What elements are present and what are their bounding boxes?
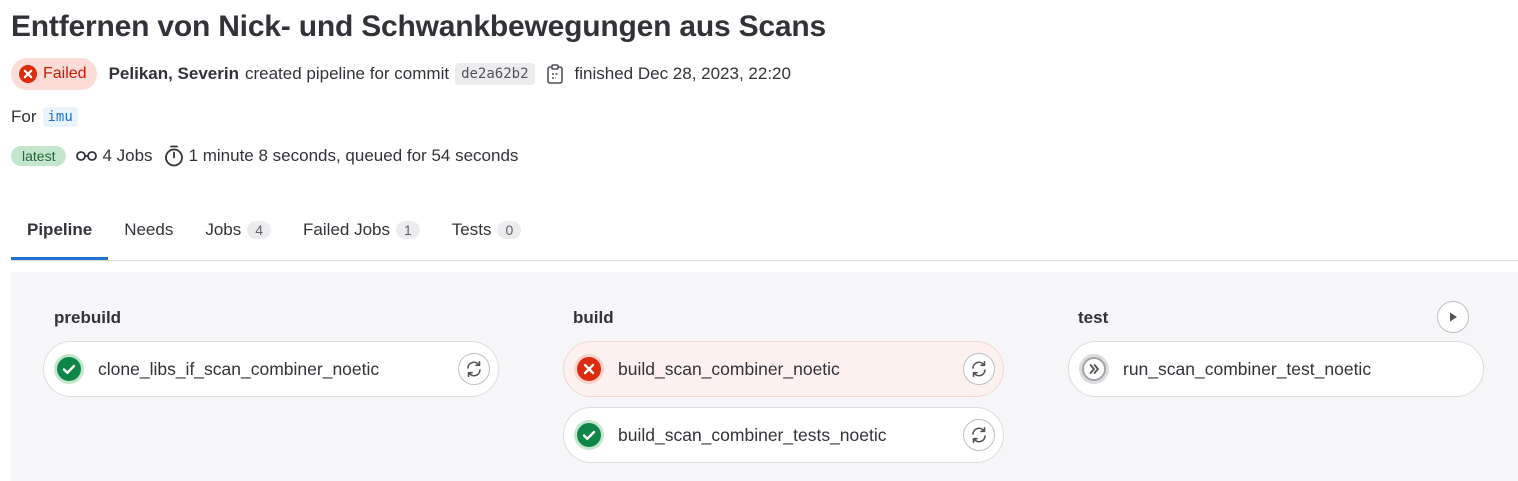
pipeline-stats: latest 4 Jobs 1 minute 8 seconds, queued… <box>11 143 528 169</box>
duration-text: 1 minute 8 seconds, queued for 54 second… <box>188 146 519 165</box>
tab-count-badge: 1 <box>395 221 420 239</box>
finished-text: finished Dec 28, 2023, 22:20 <box>574 64 791 83</box>
job-name: build_scan_combiner_tests_noetic <box>618 424 887 445</box>
tab-label: Jobs <box>205 220 242 239</box>
tab-tests[interactable]: Tests 0 <box>436 200 537 260</box>
jobs-count-text: 4 Jobs <box>102 146 153 165</box>
commit-sha-link[interactable]: de2a62b2 <box>455 63 535 85</box>
pipeline-meta: Failed Pelikan, Severin created pipeline… <box>11 58 791 90</box>
status-label: Failed <box>43 65 87 82</box>
x-circle-icon <box>19 65 37 83</box>
retry-button[interactable] <box>963 353 995 385</box>
stage-title-build: build <box>573 308 614 327</box>
page-title: Entfernen von Nick- und Schwankbewegunge… <box>11 10 826 43</box>
retry-icon <box>972 427 986 443</box>
branch-ref-link[interactable]: imu <box>42 107 78 127</box>
tab-label: Tests <box>451 220 492 239</box>
check-circle-icon <box>54 354 84 384</box>
copy-sha-button[interactable] <box>545 62 565 86</box>
tab-count-badge: 4 <box>247 221 272 239</box>
job-name: clone_libs_if_scan_combiner_noetic <box>98 358 380 379</box>
tab-count-badge: 0 <box>497 221 522 239</box>
job-build-scan-combiner[interactable]: build_scan_combiner_noetic <box>563 341 1004 397</box>
stage-title-prebuild: prebuild <box>54 308 122 327</box>
author-link[interactable]: Pelikan, Severin <box>109 64 239 84</box>
tab-failed-jobs[interactable]: Failed Jobs 1 <box>287 200 436 260</box>
for-label: For <box>11 107 37 126</box>
job-clone-libs[interactable]: clone_libs_if_scan_combiner_noetic <box>43 341 499 397</box>
ref-row: For imu <box>11 104 78 130</box>
play-icon <box>1450 312 1457 322</box>
job-name: build_scan_combiner_noetic <box>618 358 840 379</box>
latest-badge: latest <box>11 146 67 166</box>
tab-label: Pipeline <box>27 220 93 239</box>
retry-button[interactable] <box>963 419 995 451</box>
x-circle-icon <box>574 354 604 384</box>
run-stage-button[interactable] <box>1437 301 1469 333</box>
job-build-scan-combiner-tests[interactable]: build_scan_combiner_tests_noetic <box>563 407 1004 463</box>
jobs-count: 4 Jobs <box>76 145 153 167</box>
tab-pipeline[interactable]: Pipeline <box>11 200 109 260</box>
pipeline-tabs: Pipeline Needs Jobs 4 Failed Jobs 1 Test… <box>11 200 1518 261</box>
retry-icon <box>972 361 986 377</box>
job-name: run_scan_combiner_test_noetic <box>1123 358 1372 379</box>
created-text: created pipeline for commit <box>244 64 450 83</box>
pipeline-icon <box>76 145 98 167</box>
retry-button[interactable] <box>458 353 490 385</box>
clipboard-icon <box>546 64 563 84</box>
duration: 1 minute 8 seconds, queued for 54 second… <box>163 145 519 167</box>
status-badge[interactable]: Failed <box>11 58 97 90</box>
job-run-scan-combiner-test[interactable]: run_scan_combiner_test_noetic <box>1068 341 1484 397</box>
tab-label: Failed Jobs <box>303 220 390 239</box>
tab-jobs[interactable]: Jobs 4 <box>189 200 287 260</box>
skipped-icon <box>1079 354 1109 384</box>
check-circle-icon <box>574 420 604 450</box>
tab-label: Needs <box>124 220 174 239</box>
retry-icon <box>467 361 481 377</box>
timer-icon <box>163 145 185 167</box>
tab-needs[interactable]: Needs <box>108 200 189 260</box>
pipeline-graph: prebuild clone_libs_if_scan_combiner_noe… <box>11 272 1518 481</box>
stage-title-test: test <box>1078 308 1109 327</box>
